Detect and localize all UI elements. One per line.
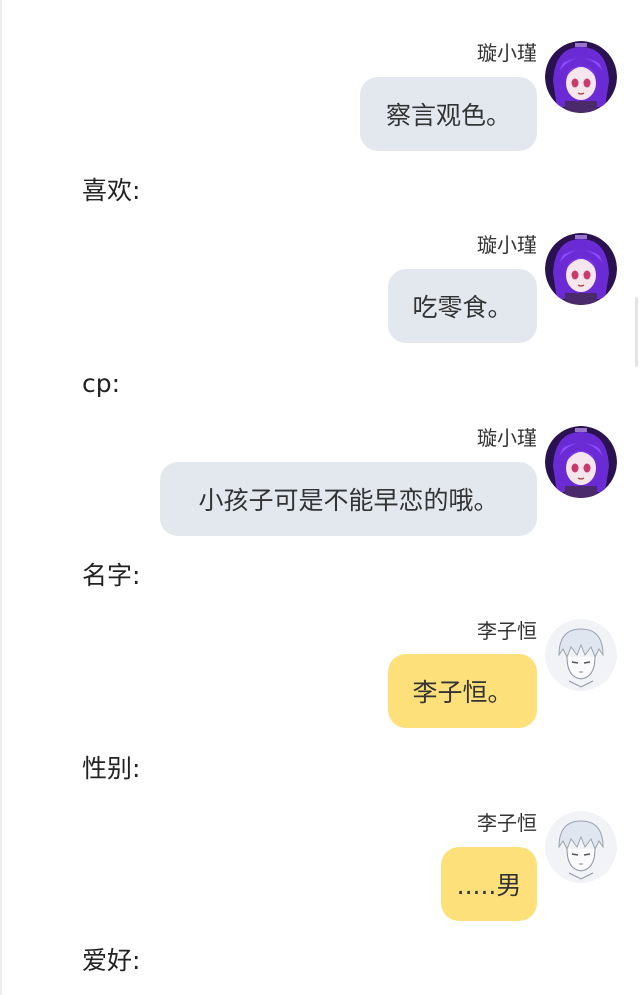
- message-bubble[interactable]: 小孩子可是不能早恋的哦。: [160, 462, 537, 536]
- message-bubble[interactable]: 察言观色。: [360, 77, 537, 151]
- white-haired-boy-avatar-icon[interactable]: [545, 619, 617, 691]
- message-bubble[interactable]: 吃零食。: [388, 269, 537, 343]
- message-text: 吃零食。: [412, 293, 513, 322]
- profile-field-label: 喜欢:: [82, 176, 141, 205]
- message-text: .....男: [456, 871, 522, 900]
- purple-anime-girl-avatar-icon[interactable]: [545, 41, 617, 113]
- scroll-indicator[interactable]: [635, 297, 638, 367]
- message-text: 小孩子可是不能早恋的哦。: [198, 486, 499, 515]
- sender-name: 李子恒: [477, 619, 537, 643]
- sender-name: 璇小瑾: [477, 233, 537, 257]
- message-text: 察言观色。: [385, 101, 511, 130]
- message-text: 李子恒。: [412, 678, 513, 707]
- message-bubble[interactable]: 李子恒。: [388, 654, 537, 728]
- profile-field-label: 性别:: [82, 754, 141, 783]
- left-edge-divider: [0, 0, 2, 995]
- purple-anime-girl-avatar-icon[interactable]: [545, 233, 617, 305]
- white-haired-boy-avatar-icon[interactable]: [545, 811, 617, 883]
- sender-name: 璇小瑾: [477, 41, 537, 65]
- message-bubble[interactable]: .....男: [441, 847, 537, 921]
- profile-field-label: 爱好:: [82, 946, 141, 975]
- profile-field-label: 名字:: [82, 561, 141, 590]
- purple-anime-girl-avatar-icon[interactable]: [545, 426, 617, 498]
- sender-name: 璇小瑾: [477, 426, 537, 450]
- sender-name: 李子恒: [477, 811, 537, 835]
- profile-field-label: cp:: [82, 369, 121, 398]
